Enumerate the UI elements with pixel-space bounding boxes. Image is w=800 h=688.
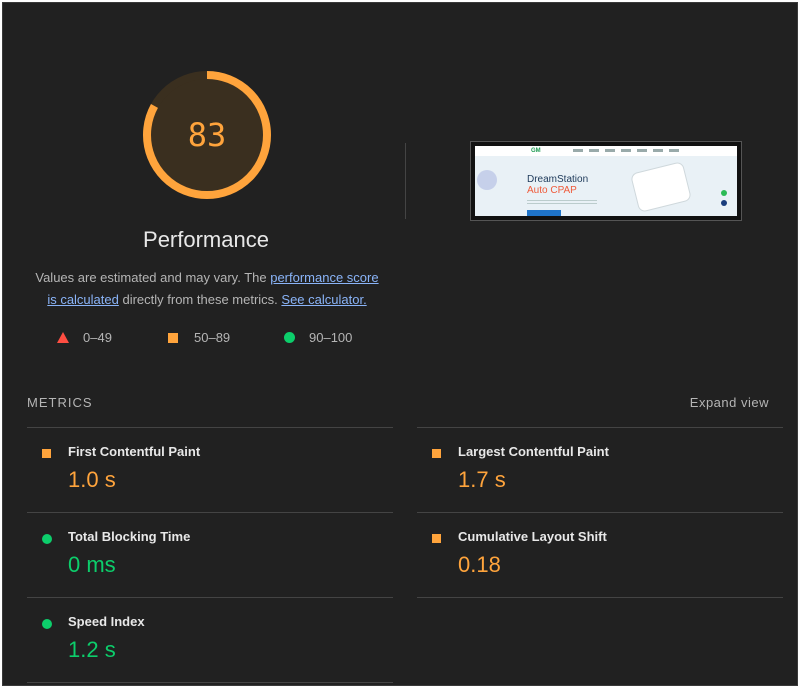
legend-average-label: 50–89: [194, 330, 231, 345]
metric-largest-contentful-paint: Largest Contentful Paint 1.7 s: [417, 429, 777, 513]
divider: [27, 512, 393, 513]
metric-value: 1.0 s: [68, 467, 116, 492]
orange-square-icon: [432, 449, 441, 458]
thumbnail-navbar: GM: [475, 146, 737, 156]
cpap-device-icon: [631, 162, 691, 212]
green-circle-icon: [42, 534, 52, 544]
divider: [27, 682, 393, 683]
orange-square-icon: [432, 534, 441, 543]
metric-name: Largest Contentful Paint: [458, 444, 609, 459]
orange-square-icon: [42, 449, 51, 458]
virus-graphic-icon: [477, 170, 497, 190]
metric-cumulative-layout-shift: Cumulative Layout Shift 0.18: [417, 514, 777, 598]
metric-name: Total Blocking Time: [68, 529, 191, 544]
performance-score: 83: [187, 116, 227, 154]
thumbnail-body-text: [527, 200, 597, 206]
score-legend: 0–49 50–89 90–100: [3, 330, 409, 350]
gauge-title: Performance: [143, 227, 269, 252]
see-calculator-link[interactable]: See calculator.: [281, 292, 366, 307]
thumbnail-button: [527, 210, 561, 216]
divider: [417, 427, 783, 428]
expand-view-button[interactable]: Expand view: [690, 395, 769, 410]
divider: [417, 512, 783, 513]
metric-value: 0.18: [458, 552, 501, 577]
metric-value: 0 ms: [68, 552, 116, 577]
thumbnail-subheadline: Auto CPAP: [527, 185, 577, 196]
red-triangle-icon: [57, 332, 69, 343]
legend-pass-label: 90–100: [309, 330, 353, 345]
legend-fail: 0–49: [57, 330, 112, 345]
metric-first-contentful-paint: First Contentful Paint 1.0 s: [27, 429, 387, 513]
description-text: Values are estimated and may vary. The: [35, 270, 271, 285]
metric-total-blocking-time: Total Blocking Time 0 ms: [27, 514, 387, 598]
lighthouse-report: 83 Performance Values are estimated and …: [2, 2, 798, 686]
page-screenshot-thumbnail[interactable]: GM DreamStation Auto CPAP: [470, 141, 742, 221]
thumbnail-green-dot: [721, 190, 727, 196]
thumbnail-nav-links: [573, 149, 683, 152]
metric-name: First Contentful Paint: [68, 444, 201, 459]
metrics-heading: METRICS: [27, 395, 93, 410]
performance-gauge[interactable]: 83: [139, 67, 275, 203]
metric-name: Cumulative Layout Shift: [458, 529, 607, 544]
divider: [417, 597, 783, 598]
thumbnail-image: GM DreamStation Auto CPAP: [475, 146, 737, 216]
metric-name: Speed Index: [68, 614, 145, 629]
green-circle-icon: [284, 332, 295, 343]
metric-speed-index: Speed Index 1.2 s: [27, 599, 387, 683]
green-circle-icon: [42, 619, 52, 629]
vertical-divider: [405, 143, 406, 219]
description-text-2: directly from these metrics.: [118, 292, 282, 307]
divider: [27, 597, 393, 598]
thumbnail-headline: DreamStation: [527, 174, 589, 185]
legend-fail-label: 0–49: [83, 330, 112, 345]
legend-pass: 90–100: [284, 330, 352, 345]
thumbnail-blue-dot: [721, 200, 727, 206]
thumbnail-logo: GM: [531, 148, 541, 154]
divider: [27, 427, 393, 428]
metric-value: 1.7 s: [458, 467, 506, 492]
legend-average: 50–89: [168, 330, 230, 345]
metric-value: 1.2 s: [68, 637, 116, 662]
orange-square-icon: [168, 332, 178, 343]
score-description: Values are estimated and may vary. The p…: [29, 267, 385, 311]
